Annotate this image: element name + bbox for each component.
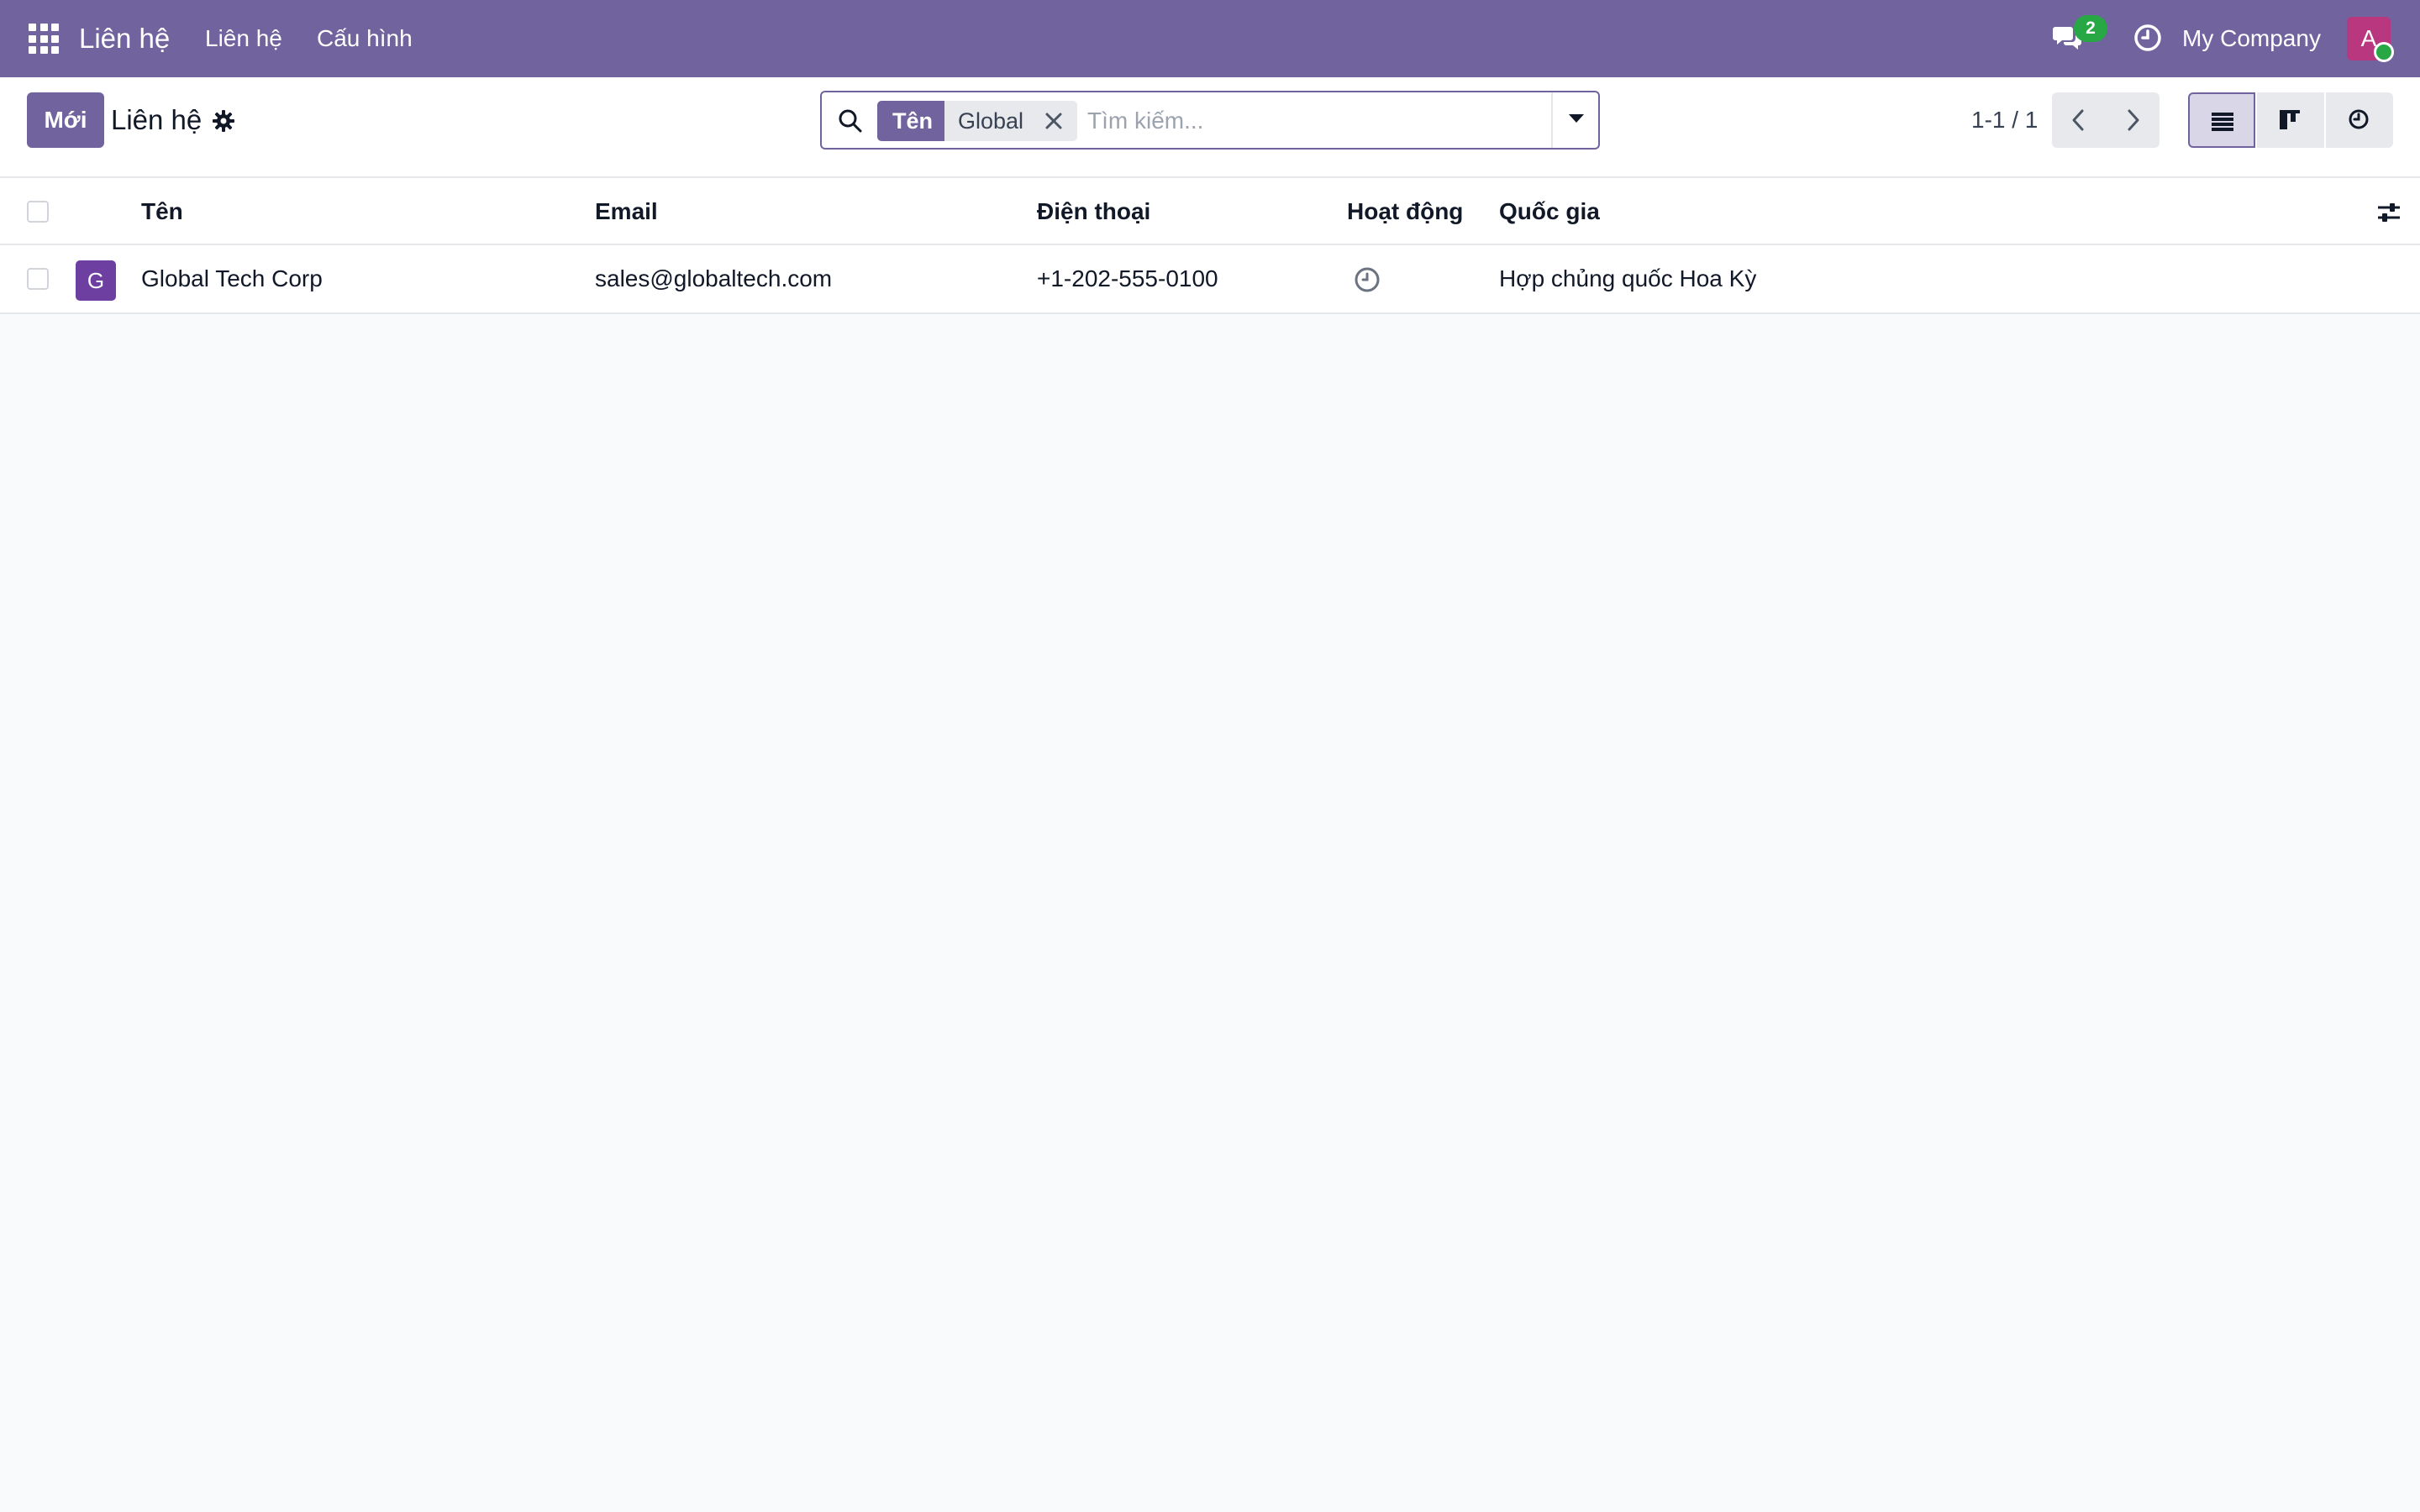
- chat-count-badge: 2: [2074, 15, 2107, 42]
- list-icon: [2212, 113, 2233, 131]
- cell-name[interactable]: Global Tech Corp: [141, 245, 323, 312]
- column-header-country[interactable]: Quốc gia: [1499, 178, 1600, 245]
- gear-icon[interactable]: [212, 109, 235, 133]
- column-header-activity[interactable]: Hoạt động: [1347, 178, 1463, 245]
- column-header-phone[interactable]: Điện thoại: [1037, 178, 1150, 245]
- search-icon: [839, 109, 862, 133]
- search-options-toggle[interactable]: [1551, 92, 1600, 148]
- control-panel: Mới Liên hệ Tên Global 1-1 / 1: [0, 77, 2420, 178]
- kanban-icon: [2280, 110, 2300, 129]
- cell-email[interactable]: sales@globaltech.com: [595, 245, 832, 312]
- contacts-table: Tên Email Điện thoại Hoạt động Quốc gia …: [0, 178, 2420, 314]
- row-checkbox[interactable]: [27, 268, 49, 290]
- top-navbar: Liên hệ Liên hệ Cấu hình 2 My Company A: [0, 0, 2420, 77]
- app-grid-icon[interactable]: [29, 24, 59, 54]
- column-header-name[interactable]: Tên: [141, 178, 183, 245]
- pager-previous-button[interactable]: [2052, 92, 2106, 148]
- activity-view-button[interactable]: [2326, 92, 2393, 148]
- chevron-left-icon: [2072, 109, 2084, 131]
- new-button[interactable]: Mới: [27, 92, 104, 148]
- list-view-button[interactable]: [2188, 92, 2255, 148]
- search-facet-label: Tên: [877, 101, 949, 141]
- company-switcher[interactable]: My Company: [2182, 0, 2321, 77]
- search-input[interactable]: [1087, 99, 1524, 143]
- kanban-view-button[interactable]: [2257, 92, 2324, 148]
- online-status-dot: [2374, 42, 2394, 62]
- activity-clock-icon[interactable]: [1353, 265, 1381, 294]
- column-header-email[interactable]: Email: [595, 178, 658, 245]
- page-title: Liên hệ: [111, 104, 203, 135]
- chevron-right-icon: [2128, 109, 2139, 131]
- close-icon[interactable]: [1042, 109, 1065, 133]
- contact-avatar: G: [76, 260, 116, 301]
- column-settings-icon[interactable]: [2376, 200, 2402, 225]
- cell-country[interactable]: Hợp chủng quốc Hoa Kỳ: [1499, 245, 1756, 312]
- menu-item-configuration[interactable]: Cấu hình: [317, 0, 413, 77]
- app-brand[interactable]: Liên hệ: [79, 0, 170, 77]
- activity-clock-icon[interactable]: [2133, 23, 2163, 53]
- menu-item-contacts[interactable]: Liên hệ: [205, 0, 282, 77]
- caret-down-icon: [1569, 114, 1584, 123]
- table-row[interactable]: G Global Tech Corp sales@globaltech.com …: [0, 245, 2420, 314]
- table-header: Tên Email Điện thoại Hoạt động Quốc gia: [0, 178, 2420, 245]
- pager-value[interactable]: 1-1 / 1: [1971, 92, 2038, 148]
- pager-next-button[interactable]: [2106, 92, 2160, 148]
- search-bar: Tên Global: [820, 91, 1600, 150]
- select-all-checkbox[interactable]: [27, 201, 49, 223]
- cell-phone[interactable]: +1-202-555-0100: [1037, 245, 1218, 312]
- clock-icon: [2349, 109, 2369, 129]
